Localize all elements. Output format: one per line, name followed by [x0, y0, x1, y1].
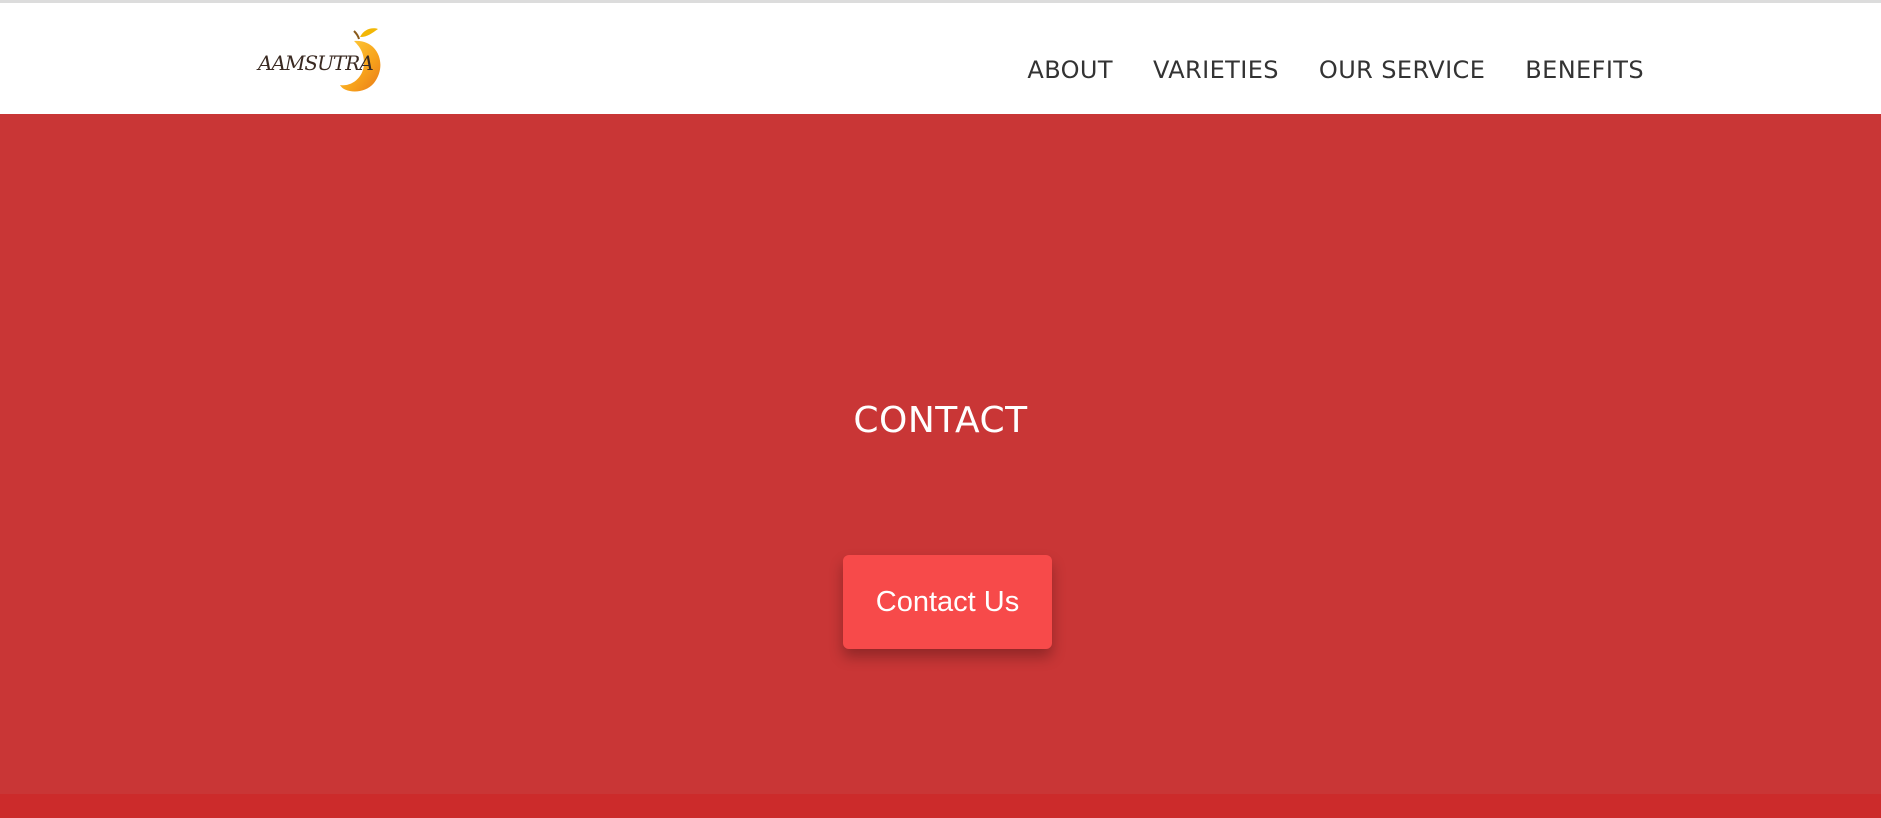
logo-wordmark: AAMSUTRA	[258, 51, 374, 75]
contact-section: CONTACT Contact Us	[0, 114, 1881, 818]
main-nav: ABOUT VARIETIES OUR SERVICE BENEFITS	[1027, 56, 1644, 84]
nav-item-varieties[interactable]: VARIETIES	[1153, 56, 1279, 84]
nav-item-about[interactable]: ABOUT	[1027, 56, 1113, 84]
nav-item-our-service[interactable]: OUR SERVICE	[1319, 56, 1485, 84]
contact-us-button[interactable]: Contact Us	[843, 555, 1052, 649]
site-header: AAMSUTRA ABOUT VARIETIES OUR SERVICE BEN…	[0, 3, 1881, 114]
nav-item-benefits[interactable]: BENEFITS	[1525, 56, 1644, 84]
brand-logo[interactable]: AAMSUTRA	[256, 25, 386, 95]
section-title: CONTACT	[853, 400, 1028, 441]
section-bottom-band	[0, 794, 1881, 818]
